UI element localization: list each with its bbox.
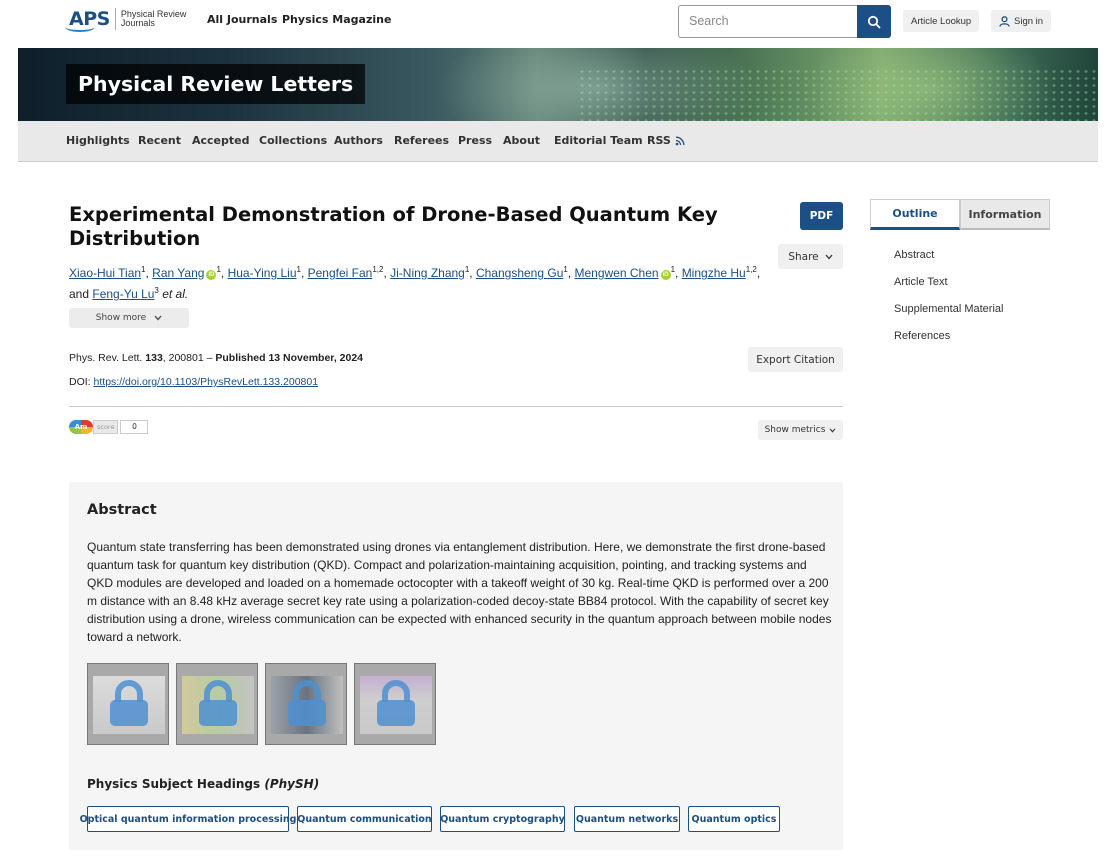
lock-icon [199, 680, 237, 726]
article-lookup-button[interactable]: Article Lookup [903, 10, 980, 32]
lock-icon [110, 680, 148, 726]
doi-link[interactable]: https://doi.org/10.1103/PhysRevLett.133.… [94, 376, 319, 388]
author-list: Xiao-Hui Tian1, Ran Yang iD1, Hua-Ying Li… [69, 265, 761, 301]
search-button[interactable] [857, 5, 891, 38]
all-journals-link[interactable]: All Journals [207, 13, 277, 26]
search-icon [867, 15, 881, 28]
outline-article-text[interactable]: Article Text [894, 276, 948, 288]
tab-information[interactable]: Information [960, 199, 1050, 230]
nav-authors[interactable]: Authors [334, 134, 383, 147]
altmetric-score: 0 [120, 419, 149, 434]
logo-mark: APS [65, 8, 110, 32]
physh-tag[interactable]: Optical quantum information processing [80, 806, 296, 832]
abstract-heading: Abstract [87, 502, 157, 518]
altmetric-badge[interactable]: Am score 0 [69, 419, 149, 434]
nav-accepted[interactable]: Accepted [192, 134, 249, 147]
author-link[interactable]: Pengfei Fan [308, 266, 373, 280]
logo-text: Physical Review Journals [120, 9, 187, 28]
user-icon [999, 15, 1010, 27]
altmetric-icon: Am [69, 419, 93, 434]
outline-supplemental-material[interactable]: Supplemental Material [894, 303, 1003, 315]
physh-tag[interactable]: Quantum networks [574, 806, 680, 832]
physh-tag[interactable]: Quantum communication [297, 806, 432, 832]
nav-editorial-team[interactable]: Editorial Team [554, 134, 643, 147]
chevron-down-icon [829, 427, 836, 433]
sidebar-tabs: Outline Information [870, 199, 1050, 230]
chevron-down-icon [825, 254, 833, 259]
journal-title[interactable]: Physical Review Letters [66, 64, 366, 104]
show-metrics-button[interactable]: Show metrics [758, 420, 843, 440]
lock-icon [377, 680, 415, 726]
share-button[interactable]: Share [778, 244, 843, 269]
publication-info: Phys. Rev. Lett. 133, 200801 – Published… [69, 352, 364, 364]
figure-thumbnail[interactable] [176, 663, 258, 745]
figure-thumbnail[interactable] [265, 663, 347, 745]
sign-in-button[interactable]: Sign in [991, 10, 1052, 32]
search-input[interactable]: Search [678, 5, 858, 38]
author-link[interactable]: Xiao-Hui Tian [69, 266, 141, 280]
orcid-icon[interactable]: iD [660, 270, 671, 280]
pdf-button[interactable]: PDF [800, 202, 843, 230]
divider [69, 406, 843, 407]
physh-tag[interactable]: Quantum optics [688, 806, 780, 832]
abstract-section: Abstract Quantum state transferring has … [69, 482, 843, 850]
show-more-authors-button[interactable]: Show more [69, 308, 189, 328]
article-title: Experimental Demonstration of Drone-Base… [69, 203, 718, 250]
tab-outline[interactable]: Outline [870, 199, 960, 230]
nav-press[interactable]: Press [458, 134, 492, 147]
outline-references[interactable]: References [894, 330, 950, 342]
doi: DOI: https://doi.org/10.1103/PhysRevLett… [69, 376, 319, 388]
orcid-icon[interactable]: iD [206, 270, 217, 280]
rss-icon [675, 136, 685, 145]
export-citation-button[interactable]: Export Citation [748, 347, 843, 372]
altmetric-score-label: score [93, 419, 119, 434]
chevron-down-icon [154, 315, 162, 321]
author-link[interactable]: Mengwen Chen [575, 266, 659, 280]
author-link[interactable]: Ji-Ning Zhang [390, 266, 465, 280]
figure-thumbnail[interactable] [87, 663, 169, 745]
nav-recent[interactable]: Recent [138, 134, 181, 147]
physh-tag[interactable]: Quantum cryptography [440, 806, 565, 832]
aps-logo[interactable]: APS Physical Review Journals [65, 8, 187, 32]
author-link[interactable]: Hua-Ying Liu [228, 266, 297, 280]
outline-abstract[interactable]: Abstract [894, 249, 934, 261]
nav-referees[interactable]: Referees [394, 134, 449, 147]
author-link[interactable]: Changsheng Gu [476, 266, 563, 280]
figure-thumbnail[interactable] [354, 663, 436, 745]
nav-rss[interactable]: RSS [647, 134, 685, 147]
journal-banner: Physical Review Letters [18, 48, 1098, 121]
author-link[interactable]: Mingzhe Hu [682, 266, 746, 280]
physics-magazine-link[interactable]: Physics Magazine [282, 13, 391, 26]
lock-icon [288, 680, 326, 726]
author-link[interactable]: Ran Yang [152, 266, 204, 280]
journal-nav: Highlights Recent Accepted Collections A… [18, 121, 1098, 162]
nav-collections[interactable]: Collections [259, 134, 327, 147]
abstract-text: Quantum state transferring has been demo… [87, 540, 832, 644]
physh-heading: Physics Subject Headings (PhySH) [87, 777, 320, 791]
top-bar: APS Physical Review Journals All Journal… [0, 0, 1112, 48]
author-link[interactable]: Feng-Yu Lu [92, 287, 154, 301]
nav-highlights[interactable]: Highlights [66, 134, 130, 147]
nav-about[interactable]: About [503, 134, 540, 147]
